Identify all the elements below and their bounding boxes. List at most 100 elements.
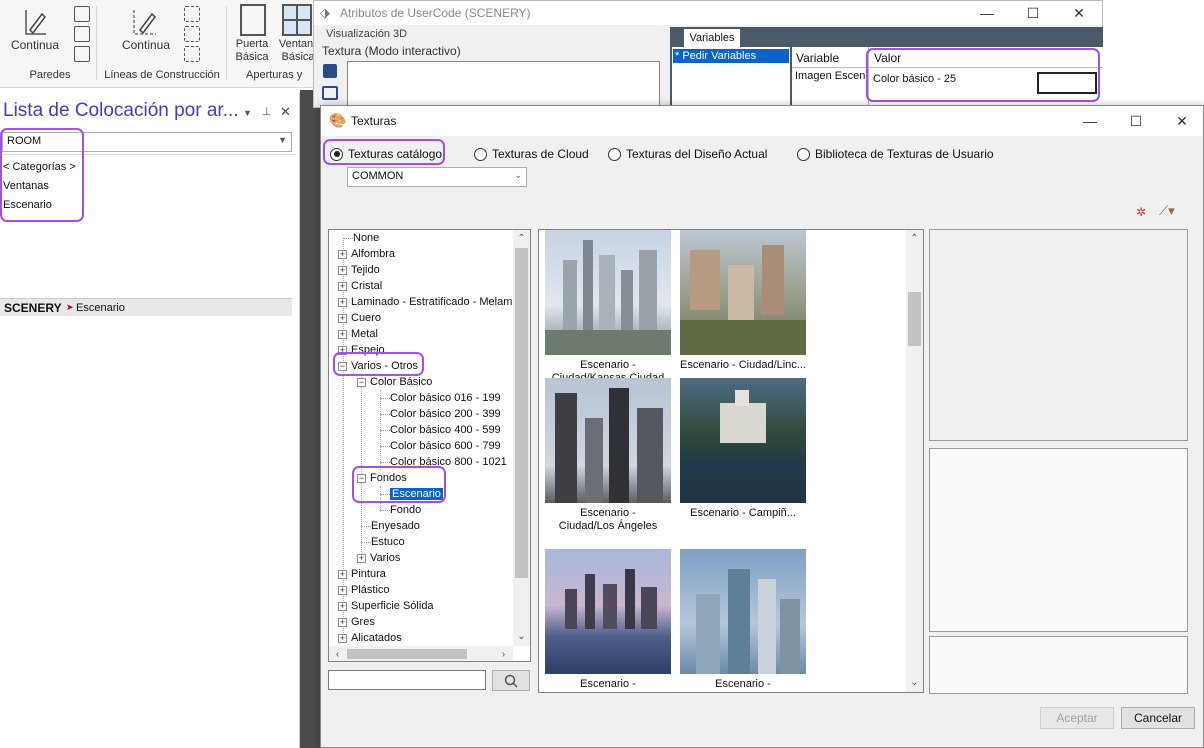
- close-icon[interactable]: ✕: [280, 104, 291, 120]
- expand-icon[interactable]: +: [357, 553, 366, 563]
- brush-icon[interactable]: ⟋▾: [1159, 203, 1175, 219]
- maximize-button[interactable]: ☐: [1010, 1, 1056, 25]
- construction-tool-icon[interactable]: [184, 26, 200, 42]
- construction-tool-icon[interactable]: [184, 6, 200, 22]
- list-item[interactable]: Ventanas: [3, 180, 49, 192]
- texture-thumb[interactable]: Escenario - Ciudad/Linc...: [680, 230, 806, 372]
- room-combo[interactable]: ROOM ▼: [2, 132, 292, 152]
- radio-texturas-cloud[interactable]: Texturas de Cloud: [474, 146, 589, 162]
- tree-node[interactable]: Escenario: [380, 486, 443, 502]
- window-icon[interactable]: [282, 4, 312, 36]
- minimize-button[interactable]: —: [1067, 109, 1113, 133]
- tree-node[interactable]: Color básico 200 - 399: [380, 406, 501, 422]
- tree-node[interactable]: + Cristal: [338, 278, 382, 294]
- expand-icon[interactable]: +: [338, 297, 347, 307]
- list-item[interactable]: Escenario: [3, 199, 52, 211]
- texture-thumb[interactable]: Escenario - Ciudad/Los Ángeles: [545, 378, 671, 533]
- tree-node[interactable]: + Alfombra: [338, 246, 395, 262]
- expand-icon[interactable]: +: [338, 633, 347, 643]
- pencil-icon[interactable]: [20, 6, 50, 38]
- expand-icon[interactable]: +: [338, 345, 347, 355]
- expand-icon[interactable]: +: [338, 585, 347, 595]
- cancelar-button[interactable]: Cancelar: [1121, 707, 1195, 729]
- tree-vscrollbar[interactable]: ⌃ ⌄: [513, 230, 530, 646]
- wall-tool-icon[interactable]: [74, 46, 90, 62]
- save-icon[interactable]: [323, 64, 337, 78]
- tree-node[interactable]: + Alicatados: [338, 630, 402, 646]
- aceptar-button[interactable]: Aceptar: [1040, 707, 1114, 729]
- construction-tool-icon[interactable]: [184, 46, 200, 62]
- search-button[interactable]: [492, 670, 530, 691]
- close-button[interactable]: ✕: [1056, 1, 1102, 25]
- tree-node[interactable]: + Pintura: [338, 566, 386, 582]
- collapse-icon[interactable]: −: [357, 473, 366, 483]
- texture-thumb[interactable]: Escenario -: [680, 549, 806, 691]
- tree-node[interactable]: Estuco: [361, 534, 405, 550]
- tree-hscrollbar[interactable]: ‹ ›: [329, 646, 513, 661]
- radio-texturas-diseno[interactable]: Texturas del Diseño Actual: [608, 146, 767, 162]
- radio-biblioteca-usuario[interactable]: Biblioteca de Texturas de Usuario: [797, 146, 994, 162]
- dropdown-icon[interactable]: ▼: [243, 108, 252, 118]
- texture-thumb[interactable]: Escenario -: [545, 549, 671, 691]
- expand-icon[interactable]: +: [338, 313, 347, 323]
- wall-tool-icon[interactable]: [74, 26, 90, 42]
- tree-node[interactable]: + Tejido: [338, 262, 380, 278]
- close-button[interactable]: ✕: [1159, 109, 1204, 133]
- expand-icon[interactable]: +: [338, 281, 347, 291]
- expand-icon[interactable]: +: [338, 601, 347, 611]
- expand-icon[interactable]: +: [338, 569, 347, 579]
- scroll-thumb[interactable]: [347, 649, 467, 659]
- maximize-button[interactable]: ☐: [1113, 109, 1159, 133]
- texture-thumb[interactable]: Escenario -Ciudad/Kansas Ciudad: [545, 230, 671, 385]
- scroll-up-icon[interactable]: ⌃: [513, 230, 530, 247]
- door-icon[interactable]: [240, 4, 266, 36]
- pedir-variables-item[interactable]: * Pedir Variables: [673, 49, 789, 63]
- table-cell[interactable]: Color básico - 25: [873, 73, 956, 85]
- tree-node[interactable]: Color básico 600 - 799: [380, 438, 501, 454]
- tree-node[interactable]: None: [343, 230, 379, 246]
- scroll-left-icon[interactable]: ‹: [329, 646, 346, 661]
- scroll-thumb[interactable]: [515, 248, 528, 578]
- tree-node[interactable]: − Fondos: [357, 470, 407, 486]
- collapse-icon[interactable]: −: [357, 377, 366, 387]
- texture-thumb[interactable]: Escenario - Campiñ...: [680, 378, 806, 520]
- tree-node[interactable]: Color básico 800 - 1021: [380, 454, 507, 470]
- collapse-icon[interactable]: −: [338, 361, 347, 371]
- scenery-row[interactable]: SCENERY ➤ Escenario: [0, 298, 292, 316]
- canvas-area[interactable]: [300, 90, 322, 748]
- continua-button[interactable]: Continua: [6, 38, 64, 52]
- tree-search-input[interactable]: [328, 670, 486, 690]
- value-input[interactable]: [1037, 72, 1097, 94]
- tree-node[interactable]: + Cuero: [338, 310, 381, 326]
- expand-icon[interactable]: +: [338, 265, 347, 275]
- ventana-basica-button[interactable]: Ventan: [276, 38, 316, 50]
- catalog-combo[interactable]: COMMON ⌄: [347, 167, 527, 187]
- continua-construction-button[interactable]: Continua: [116, 38, 176, 52]
- list-item[interactable]: < Categorías >: [3, 161, 76, 173]
- tree-node[interactable]: Enyesado: [361, 518, 420, 534]
- tree-node[interactable]: + Metal: [338, 326, 378, 342]
- tree-node[interactable]: − Color Básico: [357, 374, 432, 390]
- scroll-thumb[interactable]: [908, 292, 921, 346]
- settings-icon[interactable]: ✲: [1136, 205, 1146, 219]
- thumbs-vscrollbar[interactable]: ⌃ ⌄: [906, 230, 923, 692]
- scroll-right-icon[interactable]: ›: [495, 646, 512, 661]
- expand-icon[interactable]: +: [338, 329, 347, 339]
- print-icon[interactable]: [322, 86, 338, 100]
- tree-node[interactable]: + Gres: [338, 614, 375, 630]
- scroll-down-icon[interactable]: ⌄: [906, 674, 923, 691]
- tree-node[interactable]: Color básico 400 - 599: [380, 422, 501, 438]
- scroll-down-icon[interactable]: ⌄: [513, 628, 530, 645]
- pencil-icon[interactable]: [130, 6, 160, 38]
- scroll-up-icon[interactable]: ⌃: [906, 230, 923, 247]
- puerta-basica-button[interactable]: Puerta: [232, 38, 272, 50]
- tree-node[interactable]: + Laminado - Estratificado - Melamin: [338, 294, 521, 310]
- tab-visualizacion-3d[interactable]: Visualización 3D: [326, 28, 407, 40]
- expand-icon[interactable]: +: [338, 617, 347, 627]
- tree-node[interactable]: + Superficie Sólida: [338, 598, 434, 614]
- tree-node[interactable]: + Varios: [357, 550, 400, 566]
- tree-node[interactable]: Fondo: [380, 502, 421, 518]
- radio-texturas-catalogo[interactable]: Texturas catálogo: [330, 146, 442, 162]
- tree-node[interactable]: − Varios - Otros: [338, 358, 418, 374]
- pin-icon[interactable]: ⊥: [262, 105, 272, 118]
